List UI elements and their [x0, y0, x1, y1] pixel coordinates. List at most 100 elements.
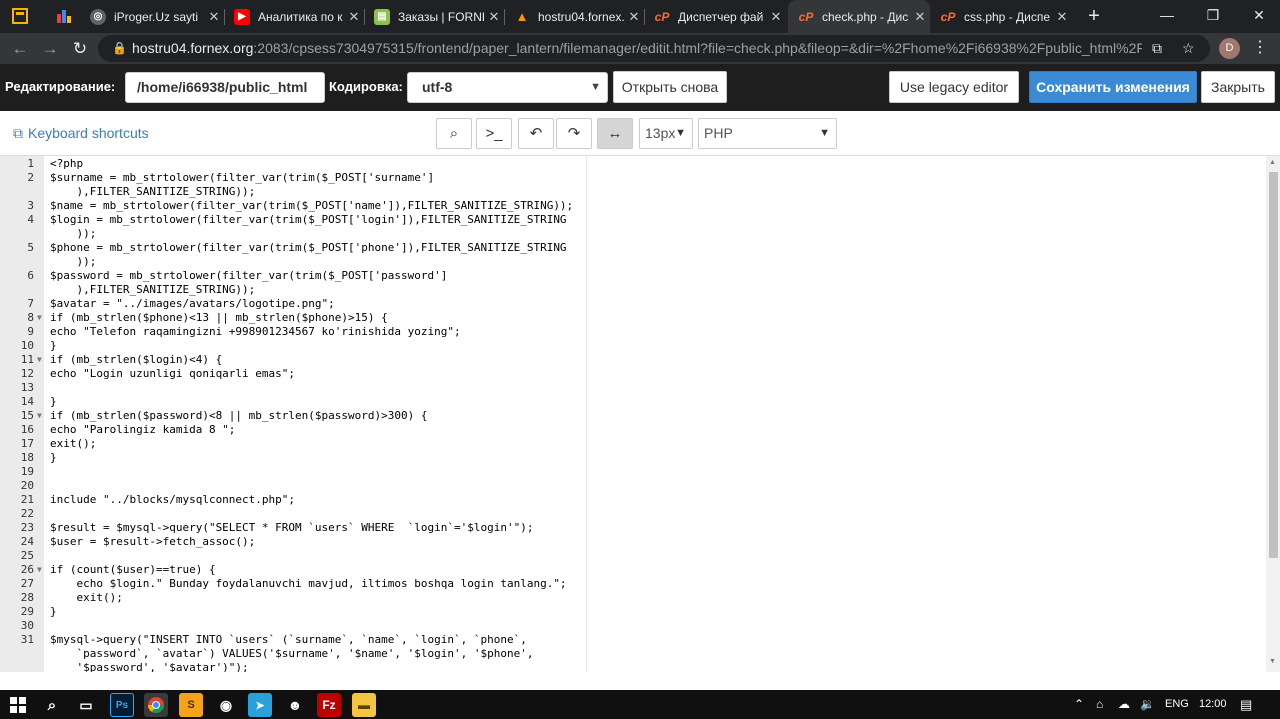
syntax-mode-select[interactable]: PHP ▼: [698, 118, 837, 149]
forward-arrow-icon[interactable]: →: [38, 37, 62, 61]
close-tab-icon[interactable]: ✕: [484, 9, 504, 25]
vertical-scrollbar[interactable]: ▲ ▼: [1266, 156, 1280, 672]
back-arrow-icon[interactable]: ←: [8, 37, 32, 61]
app-menu-icon[interactable]: [10, 6, 30, 26]
file-explorer-icon[interactable]: ▬: [352, 693, 376, 717]
goto-line-icon[interactable]: >_: [476, 118, 512, 149]
scrollbar-thumb[interactable]: [1269, 172, 1278, 558]
code-line[interactable]: 23 $result = $mysql->query("SELECT * FROM…: [0, 521, 1264, 535]
close-tab-icon[interactable]: ✕: [1052, 9, 1072, 25]
redo-icon[interactable]: ↷: [556, 118, 592, 149]
code-line[interactable]: 17 exit();: [0, 437, 1264, 451]
tab-css-php[interactable]: cP css.php - Диспе ✕: [930, 0, 1072, 33]
close-tab-icon[interactable]: ✕: [344, 9, 364, 25]
code-line[interactable]: 8 ▼ if (mb_strlen($phone)<13 || mb_strlen(…: [0, 311, 1264, 325]
scroll-down-icon[interactable]: ▼: [1269, 658, 1276, 665]
code-line[interactable]: 27 echo $login." Bunday foydalanuvchi ma…: [0, 577, 1264, 591]
code-line[interactable]: 15 ▼ if (mb_strlen($password)<8 || mb_strl…: [0, 409, 1264, 423]
code-line[interactable]: 26 ▼ if (count($user)==true) {: [0, 563, 1264, 577]
maximize-icon[interactable]: ❐: [1190, 0, 1236, 33]
close-tab-icon[interactable]: ✕: [910, 9, 930, 25]
code-line[interactable]: ),FILTER_SANITIZE_STRING));: [0, 185, 1264, 199]
code-line[interactable]: 4 $login = mb_strtolower(filter_var(trim(…: [0, 213, 1264, 227]
code-line[interactable]: 16 echo "Parolingiz kamida 8 ";: [0, 423, 1264, 437]
url-bar[interactable]: 🔒 hostru04.fornex.org:2083/cpsess7304975…: [98, 35, 1210, 62]
search-icon[interactable]: ⌕: [40, 693, 64, 717]
close-tab-icon[interactable]: ✕: [766, 9, 786, 25]
close-button[interactable]: Закрыть: [1201, 71, 1275, 103]
encoding-select[interactable]: utf-8 ▼: [407, 72, 608, 103]
close-tab-icon[interactable]: ✕: [624, 9, 644, 25]
minimize-icon[interactable]: —: [1144, 0, 1190, 33]
code-line[interactable]: 1 <?php: [0, 157, 1264, 171]
game-app-icon[interactable]: ☻: [283, 693, 307, 717]
code-lines[interactable]: 1 <?php 2 $surname = mb_strtolower(filter_v…: [0, 157, 1264, 672]
code-line[interactable]: '$password', '$avatar')");: [0, 661, 1264, 672]
code-line[interactable]: 19: [0, 465, 1264, 479]
tab-hostru04[interactable]: ▲ hostru04.fornex. ✕: [504, 0, 644, 33]
language-indicator[interactable]: ENG: [1165, 690, 1189, 719]
code-line[interactable]: 5 $phone = mb_strtolower(filter_var(trim(…: [0, 241, 1264, 255]
browser-menu-icon[interactable]: ⋮: [1252, 37, 1268, 57]
volume-icon[interactable]: 🔉: [1140, 690, 1155, 719]
new-tab-plus-icon[interactable]: +: [1082, 4, 1106, 28]
close-window-icon[interactable]: ✕: [1236, 0, 1280, 33]
code-line[interactable]: 22: [0, 507, 1264, 521]
code-line[interactable]: 20: [0, 479, 1264, 493]
code-line[interactable]: 24 $user = $result->fetch_assoc();: [0, 535, 1264, 549]
code-line[interactable]: 7 $avatar = "../images/avatars/logotipe.p…: [0, 297, 1264, 311]
sublime-text-icon[interactable]: S: [179, 693, 203, 717]
code-line[interactable]: 25: [0, 549, 1264, 563]
network-icon[interactable]: ⌂: [1096, 690, 1103, 719]
translate-icon[interactable]: ⧉: [1152, 35, 1162, 62]
clock[interactable]: 12:00: [1199, 690, 1227, 719]
code-line[interactable]: 10}: [0, 339, 1264, 353]
undo-icon[interactable]: ↶: [518, 118, 554, 149]
code-line[interactable]: 12 echo "Login uzunligi qoniqarli emas";: [0, 367, 1264, 381]
code-line[interactable]: ));: [0, 255, 1264, 269]
reopen-button[interactable]: Открыть снова: [613, 71, 727, 103]
chrome-icon[interactable]: [144, 693, 168, 717]
code-line[interactable]: 9 echo "Telefon raqamingizni +99890123456…: [0, 325, 1264, 339]
fold-arrow-icon[interactable]: ▼: [37, 563, 42, 577]
bookmark-star-icon[interactable]: ☆: [1182, 35, 1195, 62]
onedrive-icon[interactable]: ☁: [1118, 690, 1130, 719]
reload-icon[interactable]: ↻: [68, 37, 92, 61]
code-line[interactable]: 18}: [0, 451, 1264, 465]
tab-orders-fornex[interactable]: ▤ Заказы | FORNE ✕: [364, 0, 504, 33]
code-editor[interactable]: 1 <?php 2 $surname = mb_strtolower(filter_v…: [0, 155, 1280, 672]
code-line[interactable]: 3 $name = mb_strtolower(filter_var(trim($…: [0, 199, 1264, 213]
code-line[interactable]: 28 exit();: [0, 591, 1264, 605]
keyboard-shortcuts-link[interactable]: ⧉ Keyboard shortcuts: [13, 125, 149, 142]
code-line[interactable]: 13: [0, 381, 1264, 395]
code-line[interactable]: 31 $mysql->query("INSERT INTO `users` (`s…: [0, 633, 1264, 647]
font-size-select[interactable]: 13px ▼: [639, 118, 693, 149]
code-line[interactable]: 30: [0, 619, 1264, 633]
code-line[interactable]: 14}: [0, 395, 1264, 409]
file-path-field[interactable]: /home/i66938/public_html: [125, 72, 325, 103]
code-line[interactable]: 2 $surname = mb_strtolower(filter_var(tri…: [0, 171, 1264, 185]
scroll-up-icon[interactable]: ▲: [1269, 159, 1276, 166]
code-line[interactable]: 29}: [0, 605, 1264, 619]
search-icon[interactable]: ⌕: [436, 118, 472, 149]
tray-chevron-up-icon[interactable]: ⌃: [1074, 690, 1084, 719]
word-wrap-icon[interactable]: ↔: [597, 118, 633, 149]
pinned-tab-icon[interactable]: [54, 6, 74, 26]
tab-analytics[interactable]: ▶ Аналитика по к ✕: [224, 0, 364, 33]
fold-arrow-icon[interactable]: ▼: [37, 353, 42, 367]
save-changes-button[interactable]: Сохранить изменения: [1029, 71, 1197, 103]
code-line[interactable]: `password`, `avatar`) VALUES('$surname',…: [0, 647, 1264, 661]
notifications-icon[interactable]: ▤: [1240, 690, 1252, 719]
code-line[interactable]: ));: [0, 227, 1264, 241]
tab-check-php[interactable]: cP check.php - Дис ✕: [788, 0, 930, 33]
tab-file-manager[interactable]: cP Диспетчер фай ✕: [644, 0, 786, 33]
code-line[interactable]: 6 $password = mb_strtolower(filter_var(tr…: [0, 269, 1264, 283]
task-view-icon[interactable]: ▭: [74, 693, 98, 717]
code-line[interactable]: 11 ▼ if (mb_strlen($login)<4) {: [0, 353, 1264, 367]
code-line[interactable]: ),FILTER_SANITIZE_STRING));: [0, 283, 1264, 297]
fold-arrow-icon[interactable]: ▼: [37, 409, 42, 423]
photoshop-icon[interactable]: Ps: [110, 693, 134, 717]
profile-avatar[interactable]: D: [1219, 38, 1240, 59]
obs-icon[interactable]: ◉: [214, 693, 238, 717]
legacy-editor-button[interactable]: Use legacy editor: [889, 71, 1019, 103]
